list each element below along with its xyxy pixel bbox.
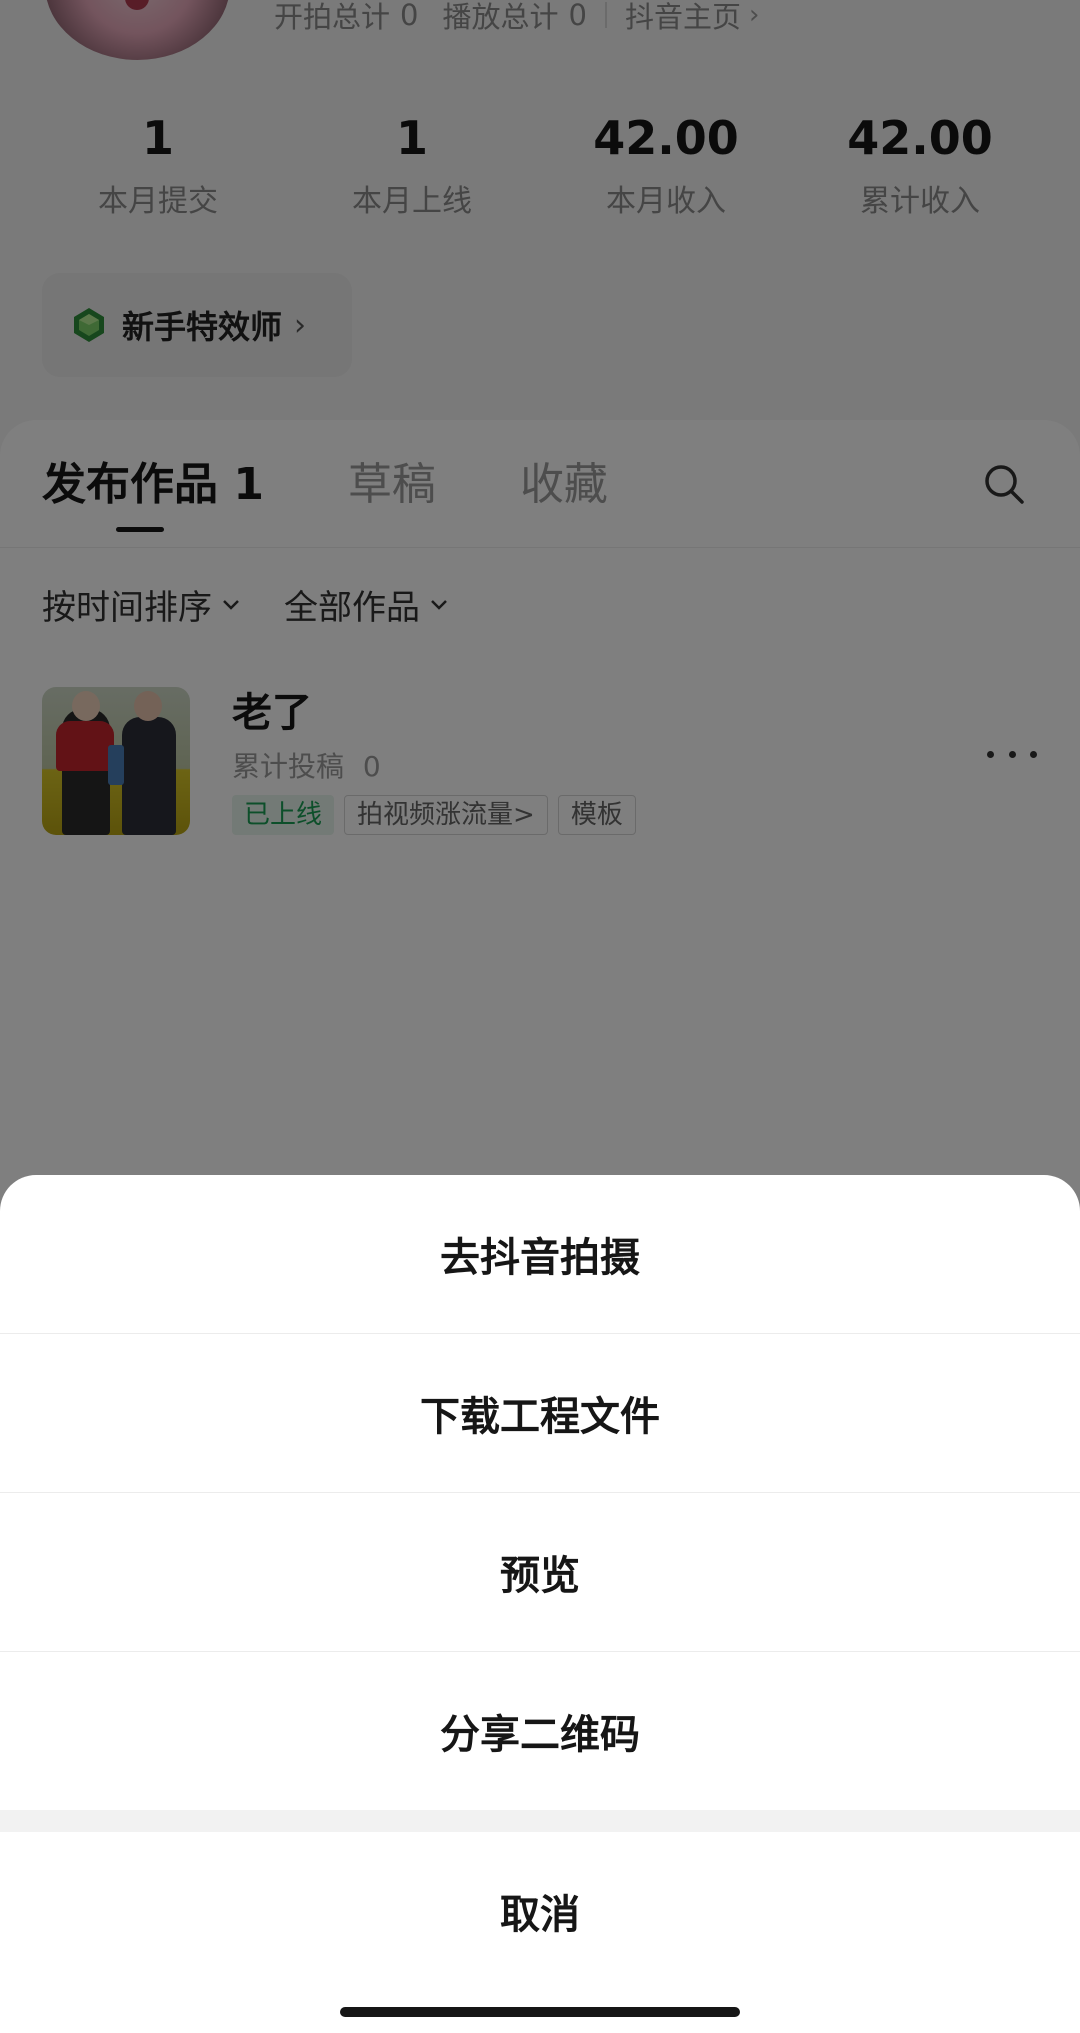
cancel-button[interactable]: 取消: [0, 1832, 1080, 1990]
sheet-section-gap: [0, 1810, 1080, 1832]
action-sheet: 去抖音拍摄 下载工程文件 预览 分享二维码 取消: [0, 1175, 1080, 2033]
action-download-project[interactable]: 下载工程文件: [0, 1334, 1080, 1492]
action-preview[interactable]: 预览: [0, 1493, 1080, 1651]
action-shoot-on-douyin[interactable]: 去抖音拍摄: [0, 1175, 1080, 1333]
home-indicator[interactable]: [340, 2007, 740, 2017]
action-share-qr[interactable]: 分享二维码: [0, 1652, 1080, 1810]
